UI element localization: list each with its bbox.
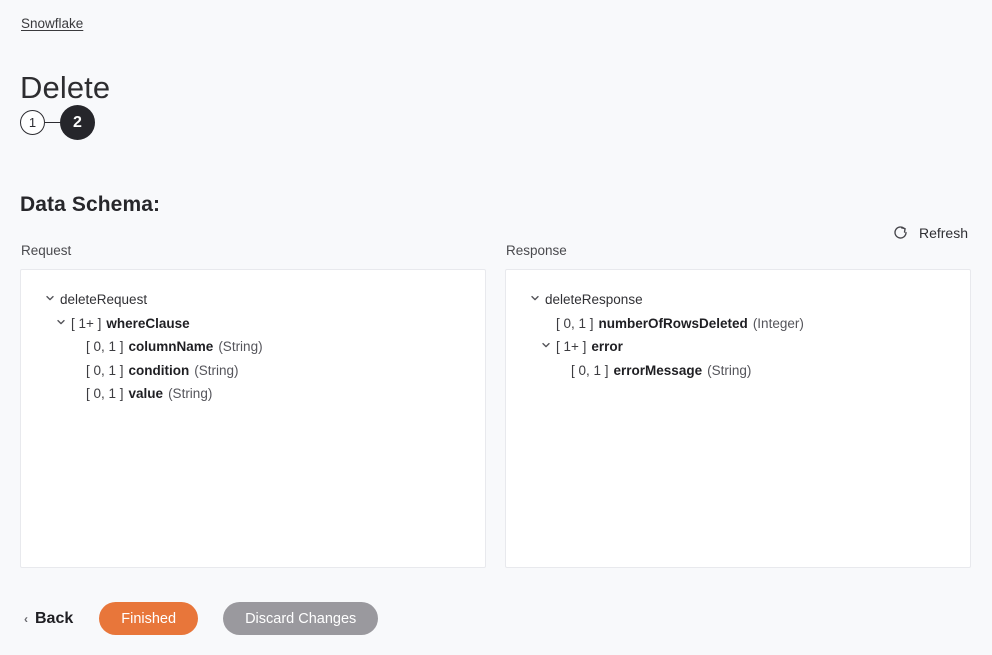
response-schema-tree: deleteResponse [ 0, 1 ] numberOfRowsDele… — [520, 288, 956, 382]
finished-button[interactable]: Finished — [99, 602, 199, 635]
tree-node-value[interactable]: [ 0, 1 ] value (String) — [71, 382, 471, 406]
tree-node-condition[interactable]: [ 0, 1 ] condition (String) — [71, 359, 471, 383]
tree-node-deleteRequest[interactable]: deleteRequest — [45, 288, 471, 312]
tree-node-label: columnName — [128, 339, 214, 354]
tree-node-cardinality: [ 1+ ] — [71, 315, 102, 331]
tree-node-cardinality: [ 0, 1 ] — [86, 339, 124, 354]
tree-node-label: errorMessage — [613, 362, 703, 378]
tree-node-type: (String) — [194, 362, 239, 378]
back-label: Back — [35, 609, 74, 627]
chevron-down-icon[interactable] — [530, 293, 545, 303]
request-schema-panel: deleteRequest [ 1+ ] whereClause [ 0, 1 … — [20, 269, 486, 568]
tree-node-cardinality: [ 0, 1 ] — [556, 315, 594, 331]
request-schema-tree: deleteRequest [ 1+ ] whereClause [ 0, 1 … — [35, 288, 471, 406]
tree-node-label: condition — [128, 362, 190, 378]
tree-node-label: error — [591, 339, 623, 354]
tree-node-label: numberOfRowsDeleted — [598, 315, 748, 331]
tree-node-whereClause[interactable]: [ 1+ ] whereClause — [56, 312, 471, 336]
delete-data-schema-page: Snowflake Delete 1 2 Data Schema: Reques… — [0, 0, 992, 655]
tree-node-label: value — [128, 386, 164, 401]
refresh-icon — [892, 224, 909, 241]
tree-node-label: deleteRequest — [60, 292, 148, 307]
step-indicator: 1 2 — [20, 105, 95, 140]
tree-node-columnName[interactable]: [ 0, 1 ] columnName (String) — [71, 335, 471, 359]
back-button[interactable]: ‹ Back — [20, 604, 77, 634]
tree-node-errorMessage[interactable]: [ 0, 1 ] errorMessage (String) — [556, 359, 956, 383]
discard-changes-button[interactable]: Discard Changes — [223, 602, 379, 635]
tree-node-cardinality: [ 0, 1 ] — [571, 362, 609, 378]
chevron-down-icon[interactable] — [45, 293, 60, 303]
tree-node-type: (String) — [707, 362, 752, 378]
refresh-button[interactable]: Refresh — [890, 222, 970, 243]
step-1[interactable]: 1 — [20, 110, 45, 135]
tree-node-numberOfRowsDeleted[interactable]: [ 0, 1 ] numberOfRowsDeleted (Integer) — [541, 312, 956, 336]
chevron-left-icon: ‹ — [24, 611, 28, 626]
tree-node-type: (String) — [218, 339, 263, 354]
response-column-label: Response — [506, 243, 567, 258]
chevron-down-icon[interactable] — [56, 317, 71, 327]
response-schema-panel: deleteResponse [ 0, 1 ] numberOfRowsDele… — [505, 269, 971, 568]
chevron-down-icon[interactable] — [541, 340, 556, 350]
tree-node-cardinality: [ 0, 1 ] — [86, 362, 124, 378]
footer-actions: ‹ Back Finished Discard Changes — [20, 602, 379, 635]
tree-node-cardinality: [ 1+ ] — [556, 339, 587, 354]
tree-node-type: (Integer) — [752, 315, 804, 331]
tree-node-label: whereClause — [106, 315, 190, 331]
tree-node-error[interactable]: [ 1+ ] error — [541, 335, 956, 359]
tree-node-label: deleteResponse — [545, 292, 643, 307]
refresh-label: Refresh — [918, 224, 968, 241]
step-2[interactable]: 2 — [60, 105, 95, 140]
section-heading-data-schema: Data Schema: — [20, 193, 161, 217]
request-column-label: Request — [21, 243, 72, 258]
tree-node-deleteResponse[interactable]: deleteResponse — [530, 288, 956, 312]
tree-node-cardinality: [ 0, 1 ] — [86, 386, 124, 401]
step-connector-line — [45, 121, 61, 124]
breadcrumb-snowflake[interactable]: Snowflake — [21, 16, 83, 31]
tree-node-type: (String) — [168, 386, 213, 401]
page-title: Delete — [20, 69, 111, 105]
